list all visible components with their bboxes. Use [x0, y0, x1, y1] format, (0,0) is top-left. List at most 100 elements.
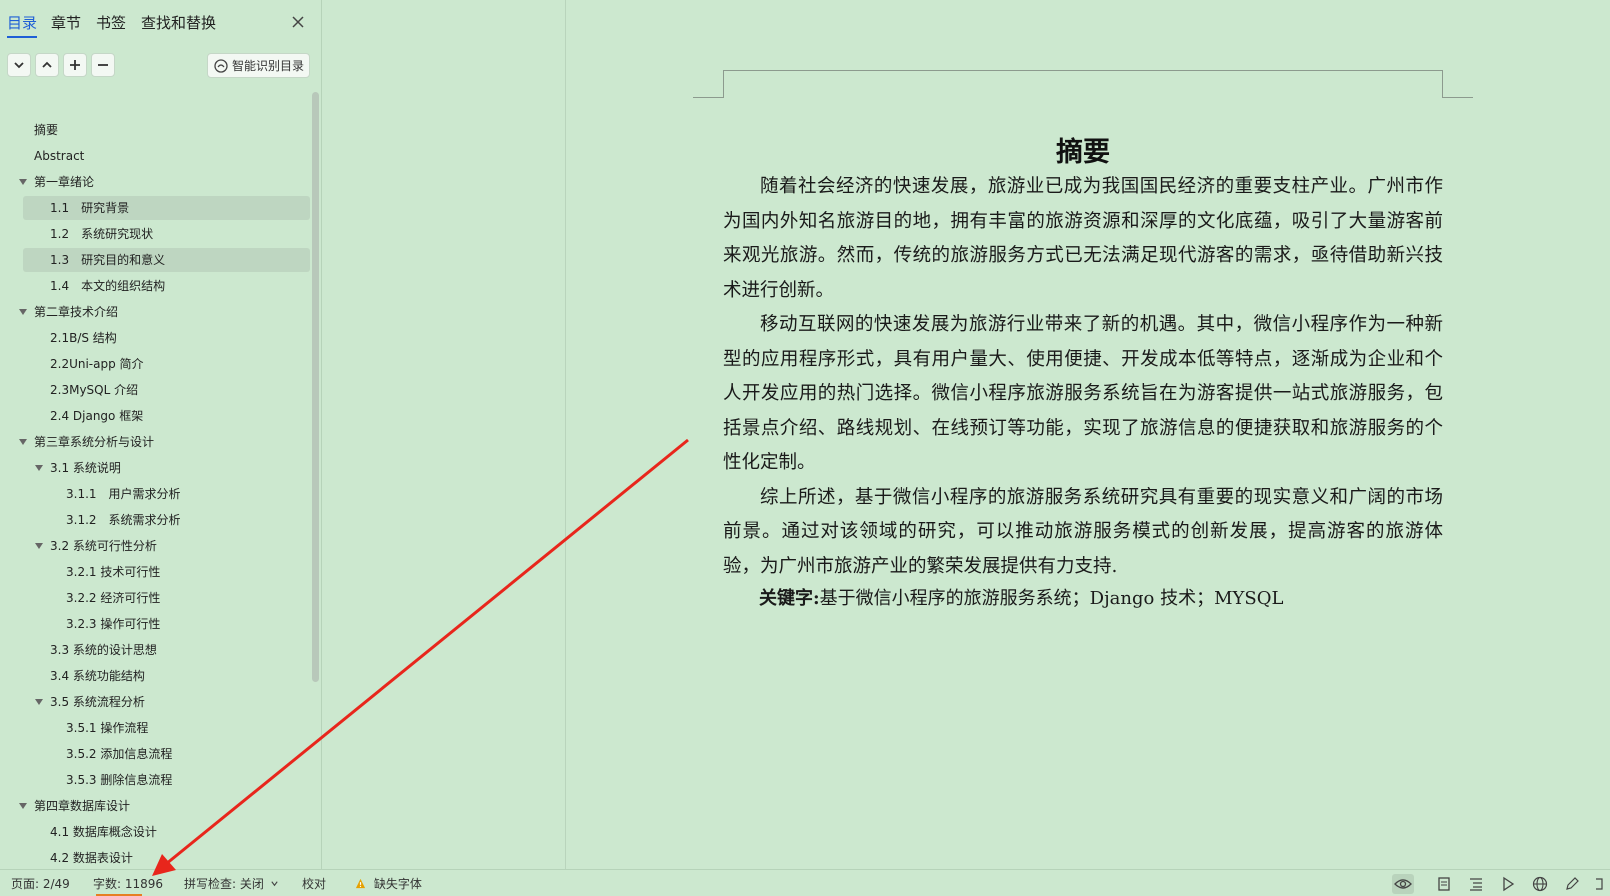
- toc-item-label: 4.1 数据库概念设计: [50, 825, 157, 839]
- toc-item-label: 2.4 Django 框架: [50, 409, 144, 423]
- toc-item[interactable]: 2.4 Django 框架: [23, 404, 310, 428]
- close-icon: [292, 16, 304, 28]
- chevron-up-icon: [42, 61, 52, 68]
- play-icon: [1503, 876, 1515, 892]
- toc-item-label: 1.3 研究目的和意义: [50, 253, 166, 267]
- missing-font-label: 缺失字体: [373, 877, 422, 891]
- pen-icon: [1566, 877, 1579, 890]
- toc-item-label: 3.4 系统功能结构: [50, 669, 145, 683]
- demote-level-button[interactable]: [91, 53, 115, 77]
- proofread-button[interactable]: 校对: [302, 875, 326, 892]
- page-view-button[interactable]: [1433, 874, 1455, 894]
- outline-view-button[interactable]: [1465, 874, 1487, 894]
- globe-icon: [1532, 876, 1548, 892]
- toc-item[interactable]: 第四章数据库设计: [19, 794, 310, 818]
- crop-mark-right-h: [1442, 97, 1473, 98]
- expand-down-button[interactable]: [7, 53, 31, 77]
- document-title[interactable]: 摘要: [723, 130, 1443, 169]
- spellcheck-toggle[interactable]: 拼写检查: 关闭: [184, 875, 279, 892]
- eye-icon: [1394, 879, 1412, 889]
- toc-item-label: 2.2Uni-app 简介: [50, 357, 144, 371]
- expand-arrow-icon[interactable]: [19, 803, 27, 809]
- toc-item[interactable]: 3.1.1 用户需求分析: [23, 482, 310, 506]
- keywords-line[interactable]: 关键字:基于微信小程序的旅游服务系统；Django 技术；MYSQL: [723, 584, 1443, 614]
- tab-toc[interactable]: 目录: [7, 12, 38, 38]
- chevron-down-icon: [271, 881, 278, 887]
- expand-arrow-icon[interactable]: [19, 439, 27, 445]
- status-bar: 页面: 2/49 字数: 11896 拼写检查: 关闭 校对 缺失字体: [0, 869, 1610, 896]
- toc-item[interactable]: 3.2 系统可行性分析: [23, 534, 310, 558]
- pane-tabs: 目录 章节 书签 查找和替换: [0, 0, 322, 46]
- paragraph-2[interactable]: 移动互联网的快速发展为旅游行业带来了新的机遇。其中，微信小程序作为一种新型的应用…: [723, 308, 1443, 481]
- toc-item-label: 3.5.2 添加信息流程: [66, 747, 173, 761]
- promote-level-button[interactable]: [63, 53, 87, 77]
- toc-scrollbar[interactable]: [312, 92, 319, 682]
- write-mode-button[interactable]: [1561, 874, 1583, 894]
- page-indicator[interactable]: 页面: 2/49: [11, 875, 70, 892]
- expand-arrow-icon[interactable]: [35, 543, 43, 549]
- toc-item[interactable]: 1.1 研究背景: [23, 196, 310, 220]
- word-count[interactable]: 字数: 11896: [93, 875, 163, 892]
- toc-item[interactable]: 1.3 研究目的和意义: [23, 248, 310, 272]
- toc-item-label: 1.2 系统研究现状: [50, 227, 154, 241]
- toc-item[interactable]: 第二章技术介绍: [19, 300, 310, 324]
- toc-item[interactable]: 2.2Uni-app 简介: [23, 352, 310, 376]
- toc-item-label: Abstract: [34, 149, 85, 163]
- crop-mark-left-h: [693, 97, 724, 98]
- expand-arrow-icon[interactable]: [19, 309, 27, 315]
- toc-item[interactable]: 3.2.2 经济可行性: [23, 586, 310, 610]
- toc-item[interactable]: 摘要: [23, 118, 310, 142]
- expand-arrow-icon[interactable]: [35, 465, 43, 471]
- toc-item-label: 3.2.1 技术可行性: [66, 565, 161, 579]
- toc-item[interactable]: Abstract: [23, 144, 310, 168]
- tab-chapters[interactable]: 章节: [51, 12, 81, 33]
- toc-item[interactable]: 3.5.1 操作流程: [23, 716, 310, 740]
- toc-item-label: 2.3MySQL 介绍: [50, 383, 139, 397]
- minus-icon: [98, 64, 108, 66]
- toc-item[interactable]: 3.5.3 删除信息流程: [23, 768, 310, 792]
- play-button[interactable]: [1497, 874, 1519, 894]
- expand-arrow-icon[interactable]: [19, 179, 27, 185]
- toc-item[interactable]: 3.5 系统流程分析: [23, 690, 310, 714]
- toc-item-label: 3.5 系统流程分析: [50, 695, 145, 709]
- toc-item[interactable]: 3.4 系统功能结构: [23, 664, 310, 688]
- toc-item[interactable]: 3.3 系统的设计思想: [23, 638, 310, 662]
- toc-item[interactable]: 2.3MySQL 介绍: [23, 378, 310, 402]
- toc-item[interactable]: 1.4 本文的组织结构: [23, 274, 310, 298]
- missing-font-button[interactable]: 缺失字体: [355, 875, 422, 892]
- toc-item-label: 第四章数据库设计: [34, 799, 131, 813]
- toc-item[interactable]: 2.1B/S 结构: [23, 326, 310, 350]
- toc-item-label: 3.2 系统可行性分析: [50, 539, 157, 553]
- expand-arrow-icon[interactable]: [35, 699, 43, 705]
- toc-item-label: 1.4 本文的组织结构: [50, 279, 166, 293]
- tab-find-replace[interactable]: 查找和替换: [141, 12, 216, 33]
- toc-item[interactable]: 3.1 系统说明: [23, 456, 310, 480]
- toc-tree: 摘要 Abstract 第一章绪论 1.1 研究背景 1.2 系统研究现状 1.3 研究目…: [0, 118, 312, 868]
- toc-item[interactable]: 3.2.3 操作可行性: [23, 612, 310, 636]
- toc-item-label: 摘要: [34, 123, 59, 137]
- toc-item[interactable]: 第三章系统分析与设计: [19, 430, 310, 454]
- smart-toc-button[interactable]: 智能识别目录: [207, 53, 310, 78]
- crop-mark-left: [723, 70, 724, 98]
- tab-bookmarks[interactable]: 书签: [96, 12, 126, 33]
- paragraph-1[interactable]: 随着社会经济的快速发展，旅游业已成为我国国民经济的重要支柱产业。广州市作为国内外…: [723, 170, 1443, 308]
- page-view-icon: [1438, 877, 1450, 891]
- toc-item[interactable]: 3.5.2 添加信息流程: [23, 742, 310, 766]
- toc-item[interactable]: 1.2 系统研究现状: [23, 222, 310, 246]
- toc-item[interactable]: 3.1.2 系统需求分析: [23, 508, 310, 532]
- toc-item[interactable]: 4.2 数据表设计: [23, 846, 310, 868]
- toc-item-label: 4.2 数据表设计: [50, 851, 133, 865]
- collapse-up-button[interactable]: [35, 53, 59, 77]
- web-layout-button[interactable]: [1529, 874, 1551, 894]
- expand-icon: [1596, 878, 1603, 890]
- toc-item-label: 3.3 系统的设计思想: [50, 643, 157, 657]
- close-pane-button[interactable]: [288, 12, 308, 32]
- toc-item[interactable]: 4.1 数据库概念设计: [23, 820, 310, 844]
- toc-item[interactable]: 第一章绪论: [19, 170, 310, 194]
- document-body[interactable]: 随着社会经济的快速发展，旅游业已成为我国国民经济的重要支柱产业。广州市作为国内外…: [723, 170, 1443, 614]
- paragraph-3[interactable]: 综上所述，基于微信小程序的旅游服务系统研究具有重要的现实意义和广阔的市场前景。通…: [723, 481, 1443, 585]
- toc-item[interactable]: 3.2.1 技术可行性: [23, 560, 310, 584]
- header-rule: [723, 70, 1443, 71]
- fullscreen-button[interactable]: [1592, 874, 1606, 894]
- eye-protection-button[interactable]: [1392, 874, 1414, 894]
